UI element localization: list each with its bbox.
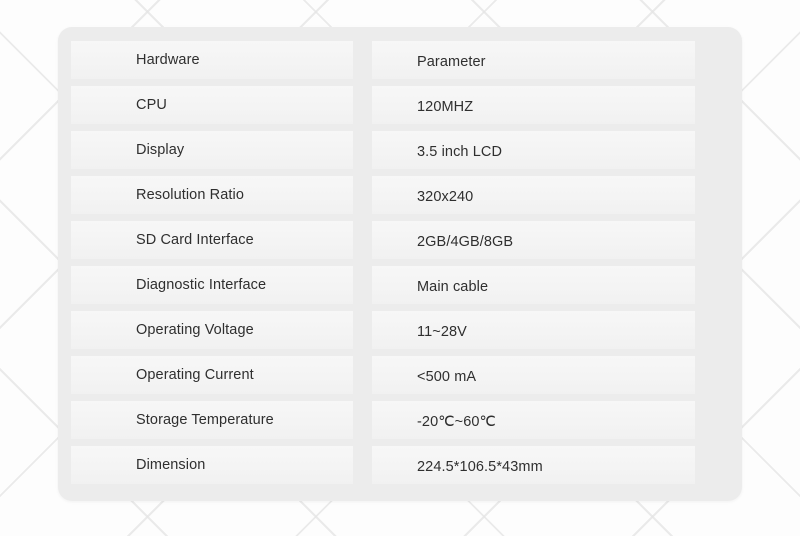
- table-cell-label: Diagnostic Interface: [71, 266, 353, 304]
- table-cell-value: 2GB/4GB/8GB: [372, 221, 695, 259]
- table-cell-label: Hardware: [71, 41, 353, 79]
- spec-table: Hardware Parameter CPU 120MHZ Display 3.…: [58, 38, 742, 490]
- table-row: Operating Voltage 11~28V: [58, 308, 742, 353]
- table-cell-label: CPU: [71, 86, 353, 124]
- table-cell-value: Parameter: [372, 41, 695, 79]
- spec-card: Hardware Parameter CPU 120MHZ Display 3.…: [58, 27, 742, 501]
- table-row: Dimension 224.5*106.5*43mm: [58, 443, 742, 488]
- table-cell-label: SD Card Interface: [71, 221, 353, 259]
- table-cell-label: Resolution Ratio: [71, 176, 353, 214]
- table-row: SD Card Interface 2GB/4GB/8GB: [58, 218, 742, 263]
- table-cell-label: Dimension: [71, 446, 353, 484]
- table-cell-label: Operating Voltage: [71, 311, 353, 349]
- table-cell-value: 320x240: [372, 176, 695, 214]
- table-row: Diagnostic Interface Main cable: [58, 263, 742, 308]
- table-cell-value: 11~28V: [372, 311, 695, 349]
- table-cell-value: -20℃~60℃: [372, 401, 695, 439]
- table-row: Resolution Ratio 320x240: [58, 173, 742, 218]
- table-cell-value: 3.5 inch LCD: [372, 131, 695, 169]
- table-cell-label: Operating Current: [71, 356, 353, 394]
- table-cell-value: <500 mA: [372, 356, 695, 394]
- table-row: Operating Current <500 mA: [58, 353, 742, 398]
- table-row: CPU 120MHZ: [58, 83, 742, 128]
- table-row: Storage Temperature -20℃~60℃: [58, 398, 742, 443]
- table-row: Display 3.5 inch LCD: [58, 128, 742, 173]
- table-cell-value: Main cable: [372, 266, 695, 304]
- table-cell-value: 120MHZ: [372, 86, 695, 124]
- table-cell-value: 224.5*106.5*43mm: [372, 446, 695, 484]
- table-cell-label: Storage Temperature: [71, 401, 353, 439]
- table-cell-label: Display: [71, 131, 353, 169]
- table-row: Hardware Parameter: [58, 38, 742, 83]
